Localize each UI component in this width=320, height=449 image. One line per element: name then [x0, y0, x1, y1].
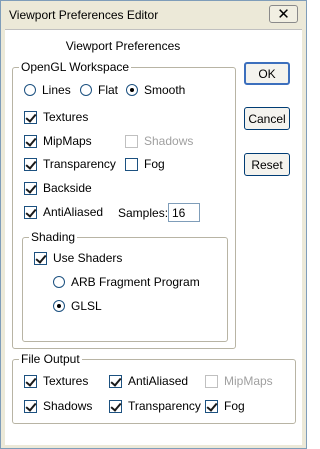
radio-flat-indicator [80, 84, 92, 96]
ok-button[interactable]: OK [244, 62, 290, 85]
checkbox-mipmaps[interactable]: MipMaps [24, 134, 92, 148]
checkbox-shadows-box [125, 134, 138, 148]
checkbox-textures-box [24, 110, 37, 124]
radio-smooth-indicator [126, 84, 138, 96]
output-checkbox-shadows[interactable]: Shadows [24, 399, 92, 413]
reset-button[interactable]: Reset [244, 153, 290, 176]
output-checkbox-mipmaps: MipMaps [205, 374, 273, 388]
checkbox-shadows: Shadows [125, 134, 193, 148]
opengl-workspace-label: OpenGL Workspace [19, 60, 132, 74]
checkbox-mipmaps-box [24, 134, 37, 148]
output-checkbox-textures-label: Textures [43, 374, 89, 388]
checkbox-textures-label: Textures [43, 110, 89, 124]
radio-smooth[interactable]: Smooth [126, 83, 185, 97]
checkbox-use-shaders-label: Use Shaders [53, 251, 123, 265]
title-bar[interactable]: Viewport Preferences Editor ✕ [1, 1, 306, 29]
radio-glsl[interactable]: GLSL [53, 299, 102, 313]
checkbox-fog-box [125, 157, 138, 171]
checkbox-backside-label: Backside [43, 181, 92, 195]
checkbox-transparency-label: Transparency [43, 157, 116, 171]
checkbox-backside-box [24, 181, 37, 195]
radio-glsl-label: GLSL [71, 299, 102, 313]
output-checkbox-shadows-label: Shadows [43, 399, 93, 413]
output-checkbox-antialiased-box [109, 374, 122, 388]
radio-lines-indicator [24, 84, 36, 96]
output-checkbox-transparency-label: Transparency [128, 399, 201, 413]
file-output-group: File Output Textures AntiAliased MipMaps… [12, 352, 296, 424]
checkbox-backside[interactable]: Backside [24, 181, 92, 195]
output-checkbox-transparency-box [109, 399, 122, 413]
output-checkbox-fog-box [205, 399, 218, 413]
checkbox-use-shaders[interactable]: Use Shaders [34, 251, 122, 265]
radio-smooth-label: Smooth [144, 83, 186, 97]
radio-lines-label: Lines [42, 83, 71, 97]
dialog-client-area: Viewport Preferences OpenGL Workspace Li… [5, 29, 302, 445]
shading-label: Shading [29, 230, 78, 244]
output-checkbox-mipmaps-label: MipMaps [224, 374, 273, 388]
checkbox-fog-label: Fog [144, 157, 165, 171]
radio-flat[interactable]: Flat [80, 83, 118, 97]
output-checkbox-fog-label: Fog [224, 399, 245, 413]
radio-arb-label: ARB Fragment Program [71, 275, 200, 289]
checkbox-shadows-label: Shadows [144, 134, 194, 148]
radio-arb-indicator [53, 276, 65, 288]
samples-label: Samples: [118, 206, 169, 220]
checkbox-transparency-box [24, 157, 37, 171]
output-checkbox-fog[interactable]: Fog [205, 399, 245, 413]
shading-group: Shading Use Shaders ARB Fragment Program… [22, 230, 228, 342]
checkbox-antialiased-label: AntiAliased [43, 205, 104, 219]
checkbox-use-shaders-box [34, 251, 47, 265]
checkbox-fog[interactable]: Fog [125, 157, 165, 171]
output-checkbox-transparency[interactable]: Transparency [109, 399, 201, 413]
cancel-button[interactable]: Cancel [244, 107, 290, 130]
radio-lines[interactable]: Lines [24, 83, 71, 97]
dialog-heading: Viewport Preferences [65, 39, 181, 53]
checkbox-antialiased[interactable]: AntiAliased [24, 205, 103, 219]
checkbox-textures[interactable]: Textures [24, 110, 88, 124]
opengl-workspace-group: OpenGL Workspace Lines Flat Smooth Textu… [12, 60, 236, 349]
radio-arb-fragment-program[interactable]: ARB Fragment Program [53, 275, 200, 289]
output-checkbox-antialiased[interactable]: AntiAliased [109, 374, 188, 388]
file-output-label: File Output [19, 352, 82, 366]
output-checkbox-mipmaps-box [205, 374, 218, 388]
samples-input[interactable]: 16 [168, 203, 200, 222]
radio-flat-label: Flat [98, 83, 119, 97]
checkbox-transparency[interactable]: Transparency [24, 157, 116, 171]
output-checkbox-textures[interactable]: Textures [24, 374, 88, 388]
close-button[interactable]: ✕ [269, 5, 298, 23]
window-title: Viewport Preferences Editor [9, 8, 159, 22]
close-icon: ✕ [277, 5, 290, 23]
checkbox-antialiased-box [24, 205, 37, 219]
dialog-window: Viewport Preferences Editor ✕ Viewport P… [0, 0, 307, 449]
output-checkbox-antialiased-label: AntiAliased [128, 374, 189, 388]
output-checkbox-shadows-box [24, 399, 37, 413]
output-checkbox-textures-box [24, 374, 37, 388]
radio-glsl-indicator [53, 300, 65, 312]
checkbox-mipmaps-label: MipMaps [43, 134, 92, 148]
